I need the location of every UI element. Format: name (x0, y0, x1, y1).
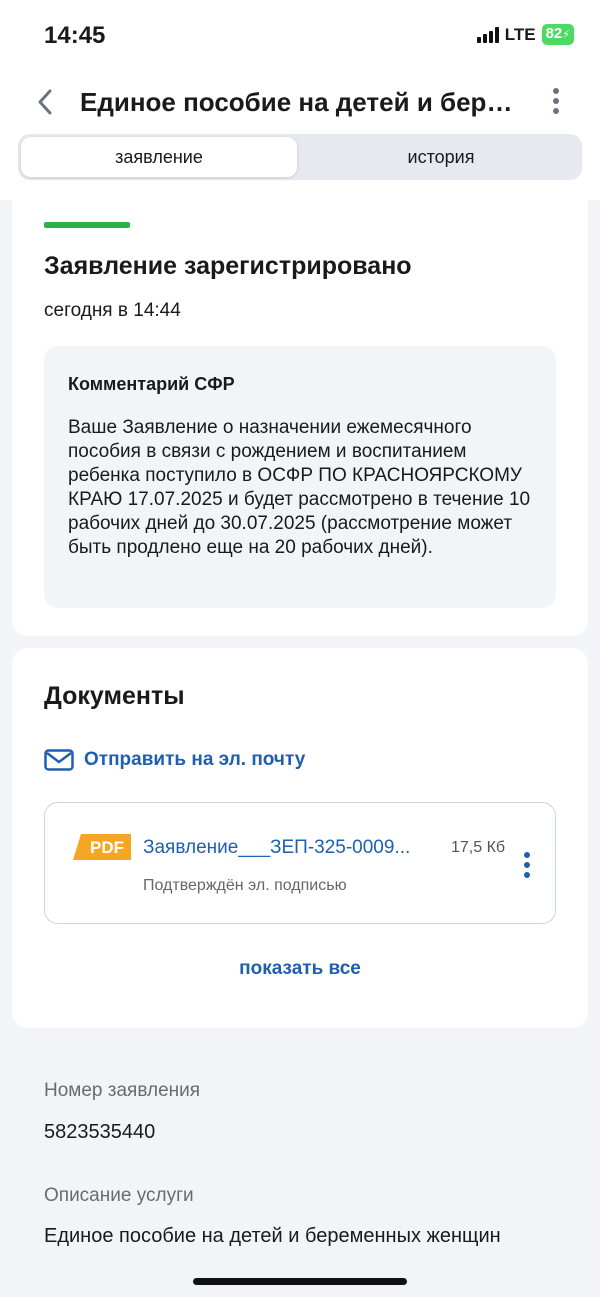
file-signature-status: Подтверждён эл. подписью (143, 877, 347, 894)
comment-text: Ваше Заявление о назначении ежемесячного… (68, 417, 531, 558)
status-date: сегодня в 14:44 (44, 300, 181, 321)
send-email-button[interactable]: Отправить на эл. почту (44, 746, 305, 774)
status-indicators: LTE 82⚡ (476, 24, 574, 45)
back-button[interactable] (30, 84, 62, 120)
battery-icon: 82⚡ (541, 24, 574, 45)
service-description-label: Описание услуги (44, 1185, 194, 1206)
battery-level: 82 (545, 25, 563, 42)
status-card: Заявление зарегистрировано сегодня в 14:… (12, 200, 588, 636)
comment-box: Комментарий СФР Ваше Заявление о назначе… (44, 346, 556, 608)
documents-card: Документы Отправить на эл. почту PDF Зая… (12, 648, 588, 1028)
application-number-label: Номер заявления (44, 1080, 201, 1101)
more-vertical-icon (553, 88, 559, 114)
more-vertical-icon (524, 852, 530, 878)
network-type: LTE (504, 24, 536, 44)
chevron-left-icon (38, 89, 52, 115)
comment-title: Комментарий СФР (68, 374, 235, 394)
app-header: Единое пособие на детей и бере... заявле… (0, 70, 600, 200)
send-email-label: Отправить на эл. почту (84, 749, 306, 770)
documents-title: Документы (44, 682, 185, 710)
page-title: Единое пособие на детей и бере... (80, 87, 520, 117)
status-bar: 14:45 LTE 82⚡ (0, 0, 600, 70)
service-description-value: Единое пособие на детей и беременных жен… (44, 1225, 501, 1247)
pdf-badge-text: PDF (90, 838, 124, 857)
status-time: 14:45 (44, 22, 106, 49)
tab-bar: заявление история (18, 134, 582, 180)
more-options-button[interactable] (548, 86, 564, 116)
show-all-link[interactable]: показать все (12, 958, 588, 980)
status-accent-bar (44, 222, 130, 228)
file-name-link[interactable]: Заявление___ЗЕП-325-0009... (143, 837, 439, 859)
file-more-button[interactable] (521, 851, 533, 879)
tab-application[interactable]: заявление (21, 137, 297, 177)
file-item[interactable]: PDF Заявление___ЗЕП-325-0009... 17,5 Кб … (44, 802, 556, 924)
file-size: 17,5 Кб (451, 839, 506, 856)
envelope-icon (44, 749, 74, 771)
signal-icon (476, 26, 499, 43)
tab-history[interactable]: история (303, 137, 579, 177)
application-number-value: 5823535440 (44, 1121, 156, 1143)
status-title: Заявление зарегистрировано (44, 252, 412, 280)
home-indicator[interactable] (193, 1278, 407, 1285)
pdf-file-icon: PDF (73, 834, 131, 860)
